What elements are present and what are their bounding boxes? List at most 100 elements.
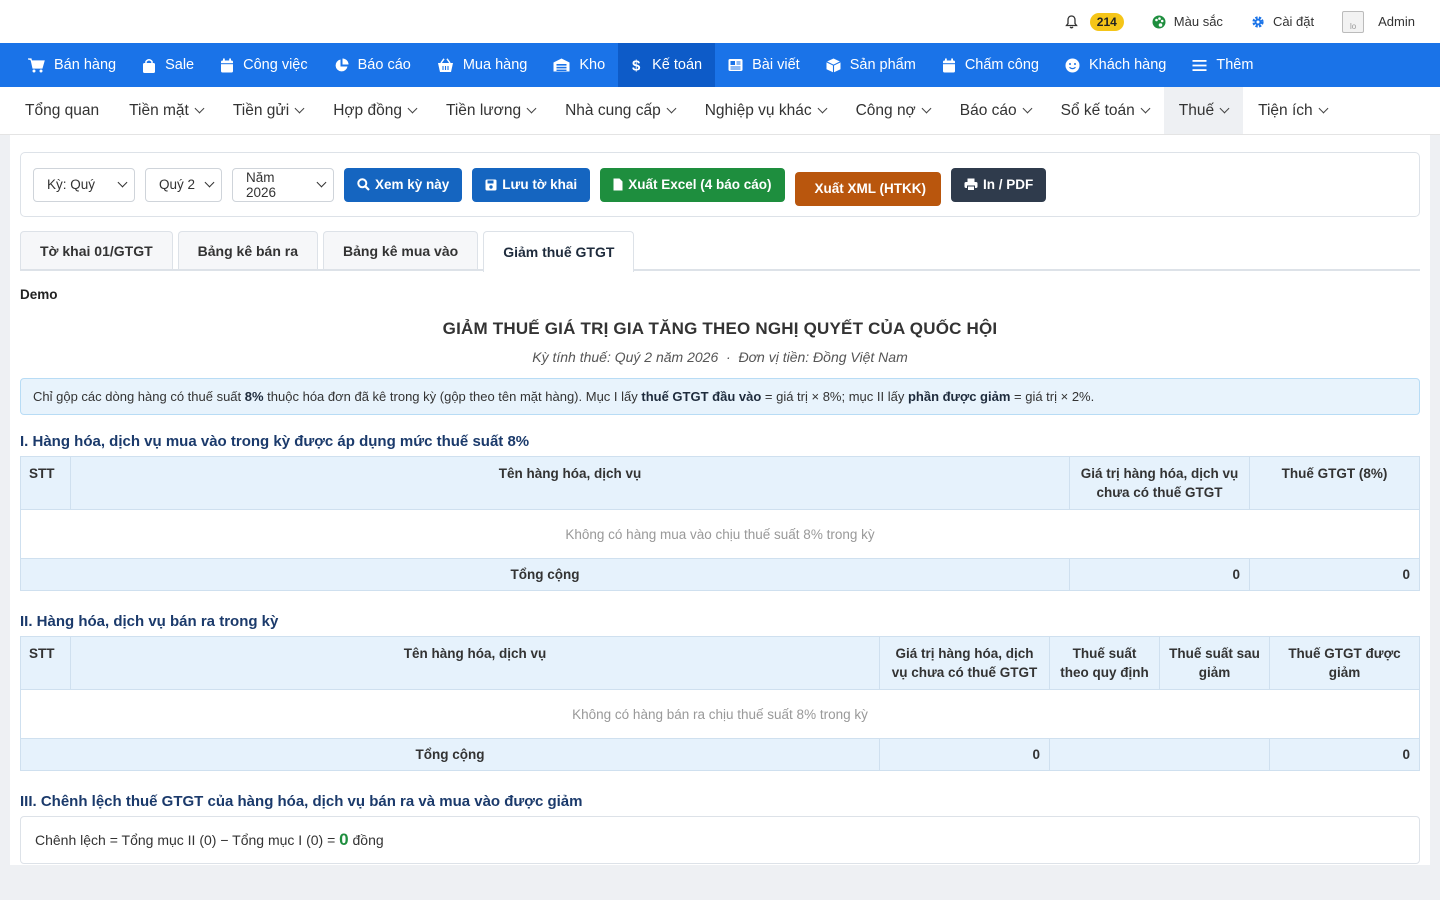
warehouse-icon bbox=[553, 58, 570, 72]
company-name: Demo bbox=[20, 287, 58, 302]
nav-ban-hang[interactable]: Bán hàng bbox=[15, 43, 129, 87]
nav-them[interactable]: Thêm bbox=[1179, 43, 1266, 87]
tab-giam-thue[interactable]: Giảm thuế GTGT bbox=[483, 231, 635, 272]
subnav-thue[interactable]: Thuế bbox=[1163, 87, 1244, 134]
basket-icon bbox=[437, 57, 453, 72]
subnav-so-ke-toan[interactable]: Sổ kế toán bbox=[1046, 87, 1164, 134]
nav-label: Mua hàng bbox=[462, 57, 528, 73]
cart-icon bbox=[28, 57, 45, 72]
bell-icon bbox=[1064, 14, 1078, 28]
nav-cham-cong[interactable]: Chấm công bbox=[929, 43, 1052, 87]
col-name: Tên hàng hóa, dịch vụ bbox=[70, 456, 1070, 510]
export-xml-button[interactable]: Xuất XML (HTKK) bbox=[794, 171, 941, 206]
tab-bang-ke-mua-vao[interactable]: Bảng kê mua vào bbox=[323, 231, 479, 269]
info-note: Chỉ gộp các dòng hàng có thuế suất 8% th… bbox=[20, 378, 1420, 415]
nav-cong-viec[interactable]: Công việc bbox=[207, 43, 320, 87]
subnav-label: Tiền gửi bbox=[232, 101, 290, 119]
subnav-bao-cao[interactable]: Báo cáo bbox=[945, 87, 1046, 134]
calendar-check-icon bbox=[942, 58, 955, 72]
content-panel: Kỳ: Quý Quý 2 Năm 2026 Xem kỳ này Lưu tờ… bbox=[10, 135, 1430, 865]
subnav-tien-luong[interactable]: Tiền lương bbox=[431, 87, 550, 134]
year-select[interactable]: Năm 2026 bbox=[232, 167, 334, 202]
nav-bao-cao[interactable]: Báo cáo bbox=[321, 43, 424, 87]
save-declaration-button[interactable]: Lưu tờ khai bbox=[472, 167, 591, 202]
total-tax: 0 bbox=[1249, 558, 1420, 591]
nav-ke-toan[interactable]: $ Kế toán bbox=[618, 43, 716, 87]
subnav-tong-quan[interactable]: Tổng quan bbox=[10, 87, 114, 134]
nav-label: Sản phẩm bbox=[849, 57, 916, 73]
subnav-hop-dong[interactable]: Hợp đồng bbox=[318, 87, 431, 134]
export-excel-button[interactable]: Xuất Excel (4 báo cáo) bbox=[600, 167, 785, 202]
nav-label: Khách hàng bbox=[1088, 57, 1167, 73]
subnav-tien-ich[interactable]: Tiện ích bbox=[1243, 87, 1342, 134]
quarter-select[interactable]: Quý 2 bbox=[145, 167, 222, 202]
nav-sale[interactable]: Sale bbox=[129, 43, 207, 87]
subnav-label: Tiền mặt bbox=[129, 101, 189, 119]
quarter-value: Quý 2 bbox=[159, 177, 196, 192]
total-label: Tổng cộng bbox=[20, 558, 1070, 591]
subnav-cong-no[interactable]: Công nợ bbox=[841, 87, 945, 134]
section-1-title: I. Hàng hóa, dịch vụ mua vào trong kỳ đư… bbox=[20, 433, 530, 450]
avatar: lo bbox=[1342, 10, 1365, 33]
subnav-nha-cung-cap[interactable]: Nhà cung cấp bbox=[550, 87, 690, 134]
subnav-nghiep-vu-khac[interactable]: Nghiệp vụ khác bbox=[690, 87, 841, 134]
section-2-title: II. Hàng hóa, dịch vụ bán ra trong kỳ bbox=[20, 613, 279, 630]
printer-icon bbox=[964, 178, 978, 191]
chevron-down-icon bbox=[204, 177, 215, 188]
color-menu[interactable]: Màu sắc bbox=[1152, 14, 1223, 29]
empty-row: Không có hàng bán ra chịu thuế suất 8% t… bbox=[20, 689, 1420, 739]
notifications[interactable]: 214 bbox=[1064, 12, 1124, 31]
tab-label: Bảng kê mua vào bbox=[343, 242, 459, 259]
subnav-label: Công nợ bbox=[855, 101, 916, 119]
subnav-tien-mat[interactable]: Tiền mặt bbox=[114, 87, 218, 134]
tab-label: Tờ khai 01/GTGT bbox=[40, 242, 153, 259]
total-reduced: 0 bbox=[1269, 738, 1420, 771]
nav-mua-hang[interactable]: Mua hàng bbox=[424, 43, 541, 87]
chevron-down-icon bbox=[117, 177, 128, 188]
col-name: Tên hàng hóa, dịch vụ bbox=[70, 636, 880, 690]
user-label: Admin bbox=[1378, 14, 1415, 29]
nav-label: Công việc bbox=[243, 57, 308, 73]
gear-icon bbox=[1252, 15, 1264, 28]
total-value: 0 bbox=[1069, 558, 1250, 591]
subnav-label: Nhà cung cấp bbox=[565, 101, 661, 119]
view-period-button[interactable]: Xem kỳ này bbox=[344, 167, 463, 202]
empty-row: Không có hàng mua vào chịu thuế suất 8% … bbox=[20, 509, 1420, 559]
chevron-down-icon bbox=[921, 103, 932, 114]
notification-badge: 214 bbox=[1089, 12, 1124, 31]
chevron-down-icon bbox=[817, 103, 828, 114]
user-menu[interactable]: lo Admin bbox=[1342, 10, 1415, 33]
nav-label: Bán hàng bbox=[54, 57, 117, 73]
smile-icon bbox=[1065, 58, 1080, 72]
save-declaration-label: Lưu tờ khai bbox=[502, 177, 578, 192]
subnav-label: Tổng quan bbox=[25, 101, 100, 119]
nav-label: Bài viết bbox=[752, 57, 800, 73]
nav-san-pham[interactable]: Sản phẩm bbox=[813, 43, 929, 87]
top-bar: 214 Màu sắc Cài đặt lo Admin bbox=[0, 0, 1440, 43]
settings-menu[interactable]: Cài đặt bbox=[1251, 14, 1314, 29]
col-stt: STT bbox=[20, 636, 71, 690]
difference-summary: Chênh lệch = Tổng mục II (0) − Tổng mục … bbox=[20, 816, 1420, 864]
save-icon bbox=[485, 179, 497, 190]
nav-khach-hang[interactable]: Khách hàng bbox=[1052, 43, 1179, 87]
info-text-2: thuộc hóa đơn đã kê trong kỳ (gộp theo t… bbox=[263, 389, 642, 404]
print-pdf-button[interactable]: In / PDF bbox=[951, 167, 1047, 202]
view-period-label: Xem kỳ này bbox=[375, 177, 450, 192]
info-text-1: Chỉ gộp các dòng hàng có thuế suất bbox=[33, 389, 245, 404]
nav-kho[interactable]: Kho bbox=[540, 43, 618, 87]
col-reduced: Thuế GTGT được giảm bbox=[1269, 636, 1420, 690]
section-3-title: III. Chênh lệch thuế GTGT của hàng hóa, … bbox=[20, 793, 583, 810]
period-type-select[interactable]: Kỳ: Quý bbox=[33, 167, 135, 202]
settings-label: Cài đặt bbox=[1272, 14, 1315, 29]
tab-label: Giảm thuế GTGT bbox=[503, 244, 615, 260]
nav-bai-viet[interactable]: Bài viết bbox=[715, 43, 813, 87]
tab-bang-ke-ban-ra[interactable]: Bảng kê bán ra bbox=[177, 231, 319, 269]
file-excel-icon bbox=[613, 178, 623, 191]
info-text-3: = giá trị × 8%; mục II lấy bbox=[761, 389, 908, 404]
subnav-tien-gui[interactable]: Tiền gửi bbox=[218, 87, 318, 134]
tab-to-khai[interactable]: Tờ khai 01/GTGT bbox=[20, 231, 173, 269]
subnav-label: Thuế bbox=[1178, 101, 1215, 119]
chevron-down-icon bbox=[1140, 103, 1151, 114]
col-value: Giá trị hàng hóa, dịch vụ chưa có thuế G… bbox=[879, 636, 1050, 690]
shopping-bag-icon bbox=[143, 58, 156, 73]
